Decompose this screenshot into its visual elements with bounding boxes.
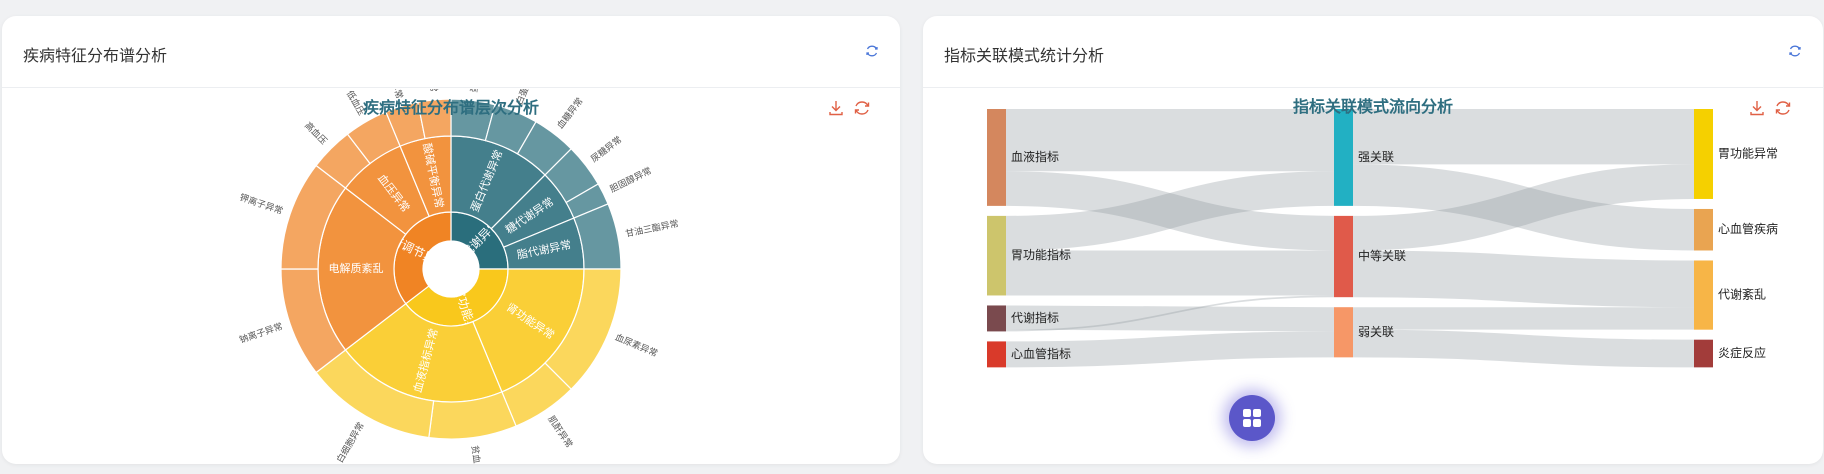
sunburst-label: 胆固醇异常: [608, 165, 654, 196]
sunburst-label: 贫血: [469, 445, 483, 464]
sankey-node[interactable]: [987, 109, 1006, 206]
download-icon[interactable]: [1750, 101, 1764, 116]
sankey-node-label: 心血管疾病: [1718, 221, 1778, 236]
sankey-node[interactable]: [987, 341, 1006, 368]
sankey-node[interactable]: [1694, 260, 1713, 330]
sankey-link[interactable]: [1352, 329, 1695, 368]
sankey-node-label: 炎症反应: [1718, 345, 1766, 360]
indicator-correlation-panel: 指标关联模式统计分析 血液指标胃功能指标代谢指标心血管指标 强关联中等关联弱关联 胃…: [923, 16, 1823, 464]
sankey-node[interactable]: [1694, 109, 1713, 199]
refresh-icon[interactable]: [1788, 44, 1802, 58]
panel-header: 指标关联模式统计分析: [923, 16, 1823, 88]
chart-title: 指标关联模式流向分析: [1293, 97, 1453, 116]
sunburst-chart: 代谢异常蛋白代谢异常蛋白尿白蛋白异常血糖异常糖代谢异常尿糖异常胆固醇异常脂代谢异…: [2, 89, 900, 464]
sunburst-label: 甘油三酯异常: [624, 217, 679, 239]
panel-title: 疾病特征分布谱分析: [23, 46, 168, 65]
apps-grid-icon-cell: [1253, 419, 1261, 427]
sankey-node-label: 心血管指标: [1011, 346, 1071, 361]
sankey-node[interactable]: [1334, 109, 1353, 206]
refresh-icon[interactable]: [865, 44, 879, 58]
sankey-node-label: 强关联: [1358, 150, 1394, 164]
sunburst-label: 碳酸异常: [425, 89, 440, 92]
sankey-node-label: 弱关联: [1358, 325, 1394, 339]
sankey-node-label: 血液指标: [1011, 149, 1059, 164]
sankey-node[interactable]: [987, 305, 1006, 332]
sunburst-label: 尿糖异常: [588, 134, 624, 165]
sankey-node-label: 代谢指标: [1011, 310, 1059, 325]
sankey-svg: 血液指标胃功能指标代谢指标心血管指标 强关联中等关联弱关联 胃功能异常心血管疾病代谢…: [987, 97, 1791, 368]
apps-grid-button[interactable]: [1229, 395, 1275, 441]
panel-header: 疾病特征分布谱分析: [2, 16, 900, 88]
panel-title: 指标关联模式统计分析: [944, 46, 1105, 65]
sankey-node-label: 胃功能指标: [1011, 247, 1071, 262]
sankey-link[interactable]: [1352, 250, 1695, 308]
sankey-node[interactable]: [1694, 208, 1713, 251]
sunburst-label: 高血压: [302, 119, 330, 147]
sunburst-label: 血尿素异常: [613, 331, 659, 359]
sankey-node-label: 胃功能异常: [1718, 146, 1778, 160]
restore-icon[interactable]: [1775, 101, 1791, 115]
sankey-chart: 血液指标胃功能指标代谢指标心血管指标 强关联中等关联弱关联 胃功能异常心血管疾病代谢…: [923, 89, 1823, 464]
download-icon[interactable]: [829, 101, 843, 116]
sunburst-label: 血糖异常: [554, 95, 585, 131]
sankey-node[interactable]: [987, 215, 1006, 296]
sunburst-label: 钾离子异常: [238, 191, 284, 217]
sunburst-label: 蛋白尿: [468, 89, 483, 93]
apps-grid-icon-cell: [1253, 409, 1261, 417]
sunburst-label: 钠离子异常: [238, 320, 284, 346]
apps-grid-icon: [1243, 409, 1251, 417]
sunburst-label: 电解质紊乱: [329, 261, 384, 275]
apps-grid-icon-cell: [1243, 419, 1251, 427]
sankey-node-label: 代谢紊乱: [1718, 287, 1766, 302]
sankey-node[interactable]: [1334, 307, 1353, 358]
restore-icon[interactable]: [854, 101, 870, 115]
disease-feature-panel: 疾病特征分布谱分析 代谢异常蛋白代谢异常蛋白尿白蛋白异常血糖异常糖代谢异常尿糖异…: [2, 16, 900, 464]
sunburst-label: 白细胞异常: [334, 420, 367, 464]
sunburst-label: 肌酐异常: [545, 413, 575, 450]
chart-title: 疾病特征分布谱层次分析: [363, 98, 539, 117]
sankey-node[interactable]: [1694, 339, 1713, 368]
sunburst-svg: 代谢异常蛋白代谢异常蛋白尿白蛋白异常血糖异常糖代谢异常尿糖异常胆固醇异常脂代谢异…: [238, 89, 870, 464]
sankey-node[interactable]: [1334, 215, 1353, 298]
sankey-node-label: 中等关联: [1358, 248, 1406, 263]
